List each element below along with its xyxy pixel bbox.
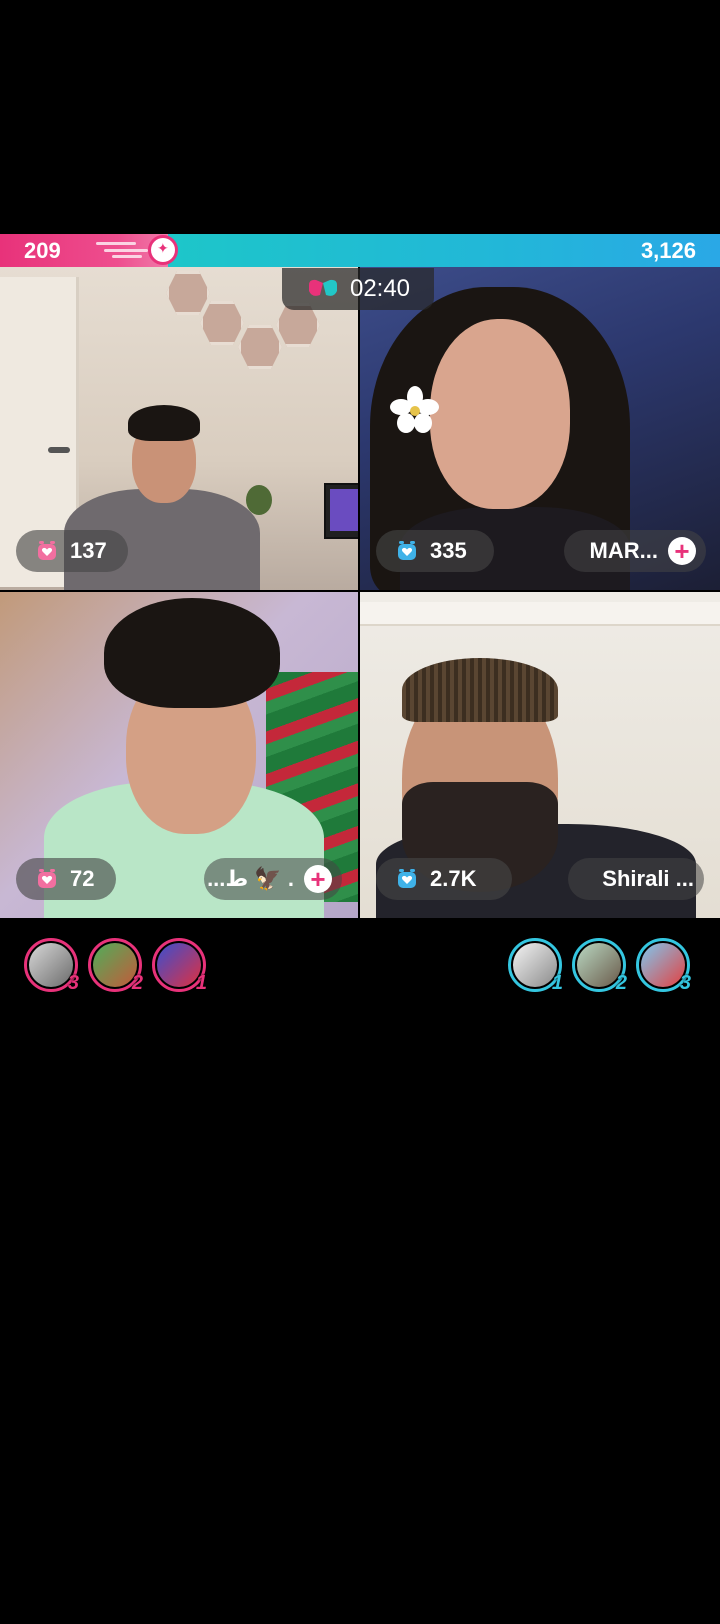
follow-plus-icon[interactable]: + xyxy=(304,865,332,893)
gifter-avatar[interactable]: 3 xyxy=(24,938,79,994)
gifter-avatar[interactable]: 1 xyxy=(152,938,207,994)
streak-lines-icon xyxy=(96,242,148,258)
alarm-heart-icon xyxy=(38,541,56,560)
alarm-heart-icon xyxy=(398,541,416,560)
guest-grid xyxy=(0,267,720,918)
blue-score: 3,126 xyxy=(640,238,696,263)
guest-name-4[interactable]: Shirali ... xyxy=(568,858,704,900)
timer-text: 02:40 xyxy=(349,275,411,302)
scene-trim xyxy=(360,602,720,626)
top-gifters-red: 3 2 1 xyxy=(24,938,207,996)
guest-score-1: 137 xyxy=(16,530,128,572)
gifter-avatar[interactable]: 2 xyxy=(88,938,143,994)
guest-name: Shirali ... xyxy=(602,866,694,891)
alarm-heart-icon xyxy=(398,869,416,888)
gifter-rank: 1 xyxy=(551,972,563,994)
score-bar-blue: 3,126 xyxy=(168,234,720,267)
guest-points: 2.7K xyxy=(430,866,477,891)
score-bar-red: 209 xyxy=(0,234,168,267)
guest-score-2: 335 xyxy=(376,530,494,572)
top-gifters-blue: 1 2 3 xyxy=(508,938,691,996)
follow-plus-icon[interactable]: + xyxy=(668,537,696,565)
guest-score-4: 2.7K xyxy=(376,858,512,900)
guest-name-2[interactable]: MAR... + xyxy=(564,530,706,572)
alarm-heart-icon xyxy=(38,869,56,888)
gifter-rank: 3 xyxy=(67,972,79,994)
guest-score-3: 72 xyxy=(16,858,116,900)
gifter-avatar[interactable]: 2 xyxy=(572,938,627,994)
battle-score-bar: 209 3,126 ✦ xyxy=(0,234,720,267)
guest-name: MAR... xyxy=(589,538,658,563)
guest-points: 335 xyxy=(430,538,467,563)
gifter-rank: 1 xyxy=(195,972,207,994)
guest-name: ...ط 🦅 . xyxy=(207,866,294,891)
gifter-avatar[interactable]: 3 xyxy=(636,938,691,994)
battle-gloves-icon xyxy=(308,279,337,296)
guest-points: 137 xyxy=(70,538,107,563)
gifter-avatar[interactable]: 1 xyxy=(508,938,563,994)
flower-icon xyxy=(390,386,439,433)
guest-name-3[interactable]: ...ط 🦅 . + xyxy=(204,858,342,900)
battle-view: 209 3,126 ✦ 02:40 137 335 MAR... + 72 ..… xyxy=(0,234,720,918)
gifter-rank: 3 xyxy=(679,972,691,994)
gifter-rank: 2 xyxy=(131,972,143,994)
red-score: 209 xyxy=(24,238,61,263)
battle-timer: 02:40 xyxy=(282,268,434,310)
gifter-rank: 2 xyxy=(615,972,627,994)
guest-points: 72 xyxy=(70,866,95,891)
score-divider-icon: ✦ xyxy=(148,235,178,265)
